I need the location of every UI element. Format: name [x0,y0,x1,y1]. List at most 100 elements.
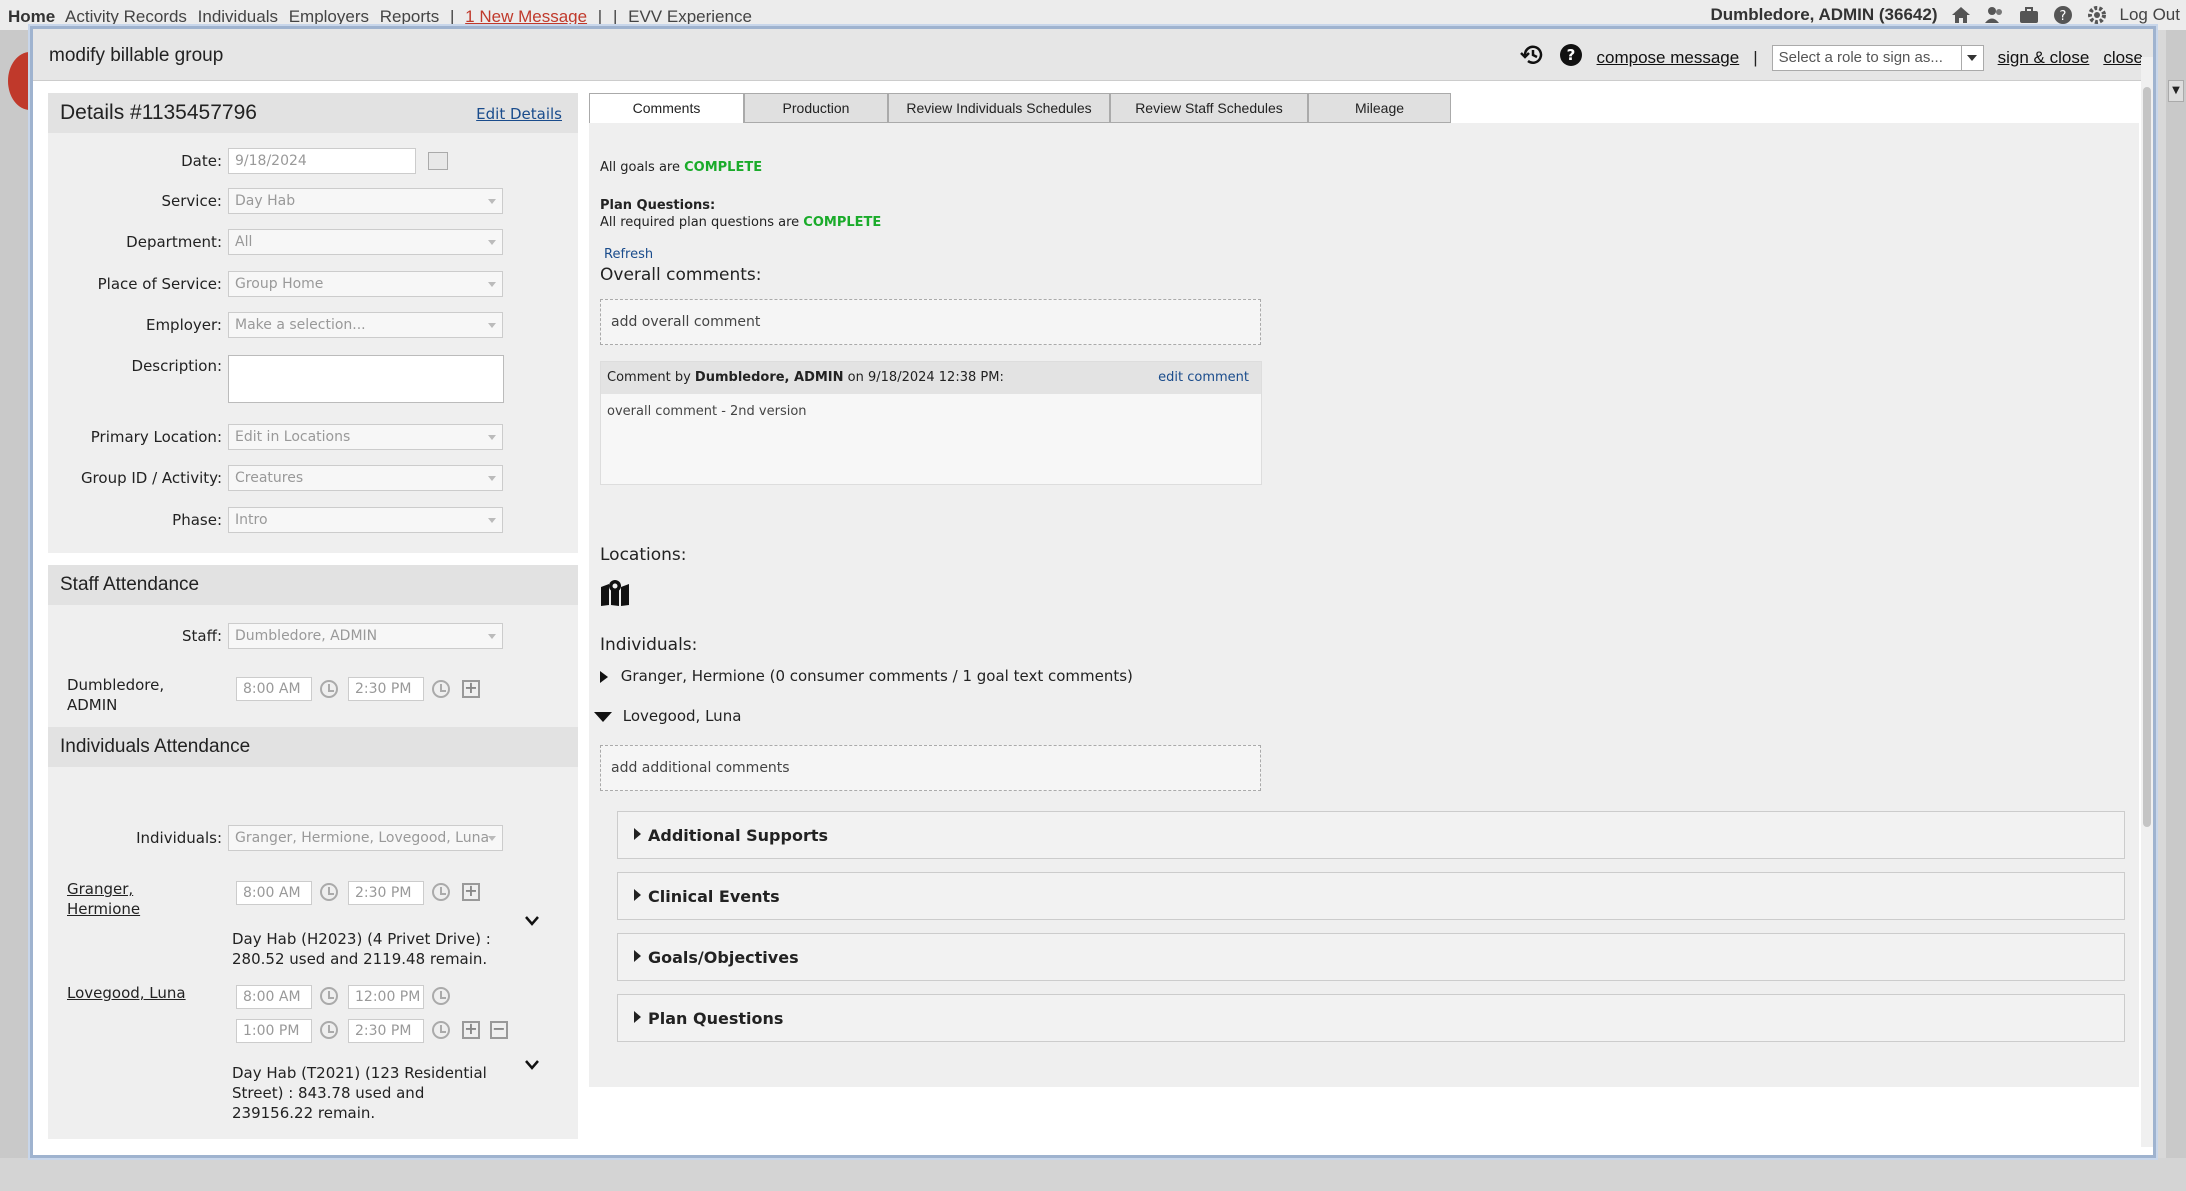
clock-icon[interactable] [432,680,450,698]
plan-status-prefix: All required plan questions are [600,215,800,230]
staff-start-time-input[interactable]: 8:00 AM [236,677,312,701]
nav-home[interactable]: Home [8,7,55,26]
background-bottom-bar [0,1158,2186,1191]
caret-down-icon[interactable] [594,711,612,722]
phase-select[interactable]: Intro [228,507,503,533]
description-textarea[interactable] [228,355,504,403]
left-panel: Details #1135457796 Edit Details Date: 9… [48,93,578,1139]
tab-bar: Comments Production Review Individuals S… [589,93,2139,123]
details-title: Details #1135457796 [60,101,257,124]
section-goals-objectives[interactable]: Goals/Objectives [617,933,2125,981]
staff-person-name: Dumbledore, ADMIN [67,676,165,714]
remove-time-icon[interactable]: − [490,1021,508,1039]
department-select[interactable]: All [228,229,503,255]
clock-icon[interactable] [320,1021,338,1039]
home-icon[interactable] [1950,5,1972,25]
individuals-attendance-header: Individuals Attendance [48,727,578,767]
section-title: Goals/Objectives [648,948,799,967]
section-plan-questions[interactable]: Plan Questions [617,994,2125,1042]
chevron-down-icon[interactable] [524,913,540,926]
nav-separator: | [450,7,455,26]
staff-attendance-title: Staff Attendance [60,574,200,595]
staff-end-time-input[interactable]: 2:30 PM [348,677,424,701]
edit-comment-link[interactable]: edit comment [1158,370,1249,385]
employer-select[interactable]: Make a selection... [228,312,503,338]
place-of-service-select[interactable]: Group Home [228,271,503,297]
clock-icon[interactable] [320,680,338,698]
individual-lovegood-toggle[interactable]: Lovegood, Luna [594,707,741,725]
staff-select[interactable]: Dumbledore, ADMIN [228,623,503,649]
history-icon[interactable] [1519,43,1545,72]
compose-message-link[interactable]: compose message [1597,48,1740,68]
background-right-strip [2166,30,2186,1191]
add-overall-comment-box[interactable]: add overall comment [600,299,1261,345]
add-time-icon[interactable]: + [462,1021,480,1039]
add-time-icon[interactable]: + [462,680,480,698]
sign-role-select[interactable]: Select a role to sign as... [1771,44,1984,71]
comment-body: overall comment - 2nd version [607,404,807,419]
tab-review-staff-schedules[interactable]: Review Staff Schedules [1110,93,1308,123]
lovegood-end-time-input[interactable]: 12:00 PM [348,985,424,1009]
comment-header: Comment by Dumbledore, ADMIN on 9/18/202… [601,362,1261,394]
individual-lovegood-link[interactable]: Lovegood, Luna [67,983,207,1003]
briefcase-icon[interactable] [2018,5,2040,25]
background-left-strip [0,30,28,1191]
close-link[interactable]: close [2103,48,2143,68]
calendar-icon[interactable] [428,152,448,170]
background-dropdown-icon: ▼ [2168,80,2184,102]
group-activity-select[interactable]: Creatures [228,465,503,491]
granger-start-time-input[interactable]: 8:00 AM [236,881,312,905]
people-icon[interactable] [1984,5,2006,25]
clock-icon[interactable] [432,883,450,901]
help-icon[interactable]: ? [2052,5,2074,25]
nav-reports[interactable]: Reports [380,7,440,26]
scrollbar-thumb[interactable] [2143,87,2151,827]
lovegood-budget-text: Day Hab (T2021) (123 Residential Street)… [232,1064,487,1122]
date-label: Date: [181,152,222,170]
individual-granger-toggle[interactable]: Granger, Hermione (0 consumer comments /… [600,667,1133,685]
date-input[interactable]: 9/18/2024 [228,148,416,174]
edit-details-link[interactable]: Edit Details [476,105,562,123]
section-clinical-events[interactable]: Clinical Events [617,872,2125,920]
top-nav-links: Home Activity Records Individuals Employ… [8,7,758,27]
logout-link[interactable]: Log Out [2120,5,2181,25]
granger-end-time-input[interactable]: 2:30 PM [348,881,424,905]
chevron-down-icon[interactable] [524,1057,540,1070]
tab-comments[interactable]: Comments [589,93,744,123]
section-title: Additional Supports [648,826,829,845]
clock-icon[interactable] [432,987,450,1005]
clock-icon[interactable] [432,1021,450,1039]
clock-icon[interactable] [320,987,338,1005]
nav-individuals[interactable]: Individuals [198,7,278,26]
nav-activity-records[interactable]: Activity Records [65,7,187,26]
caret-right-icon [634,828,641,840]
locations-title: Locations: [600,545,687,565]
tab-mileage[interactable]: Mileage [1308,93,1451,123]
nav-employers[interactable]: Employers [289,7,369,26]
clock-icon[interactable] [320,883,338,901]
lovegood-start-time-input[interactable]: 8:00 AM [236,985,312,1009]
help-icon[interactable]: ? [1559,43,1583,72]
section-additional-supports[interactable]: Additional Supports [617,811,2125,859]
chevron-down-icon[interactable] [1960,45,1983,70]
sign-and-close-link[interactable]: sign & close [1998,48,2090,68]
plan-status-line: All required plan questions are COMPLETE [600,215,881,230]
primary-location-select[interactable]: Edit in Locations [228,424,503,450]
lovegood-end2-time-input[interactable]: 2:30 PM [348,1019,424,1043]
add-time-icon[interactable]: + [462,883,480,901]
refresh-link[interactable]: Refresh [604,247,653,262]
lovegood-start2-time-input[interactable]: 1:00 PM [236,1019,312,1043]
tab-review-individuals-schedules[interactable]: Review Individuals Schedules [888,93,1110,123]
service-select[interactable]: Day Hab [228,188,503,214]
individuals-select[interactable]: Granger, Hermione, Lovegood, Luna [228,825,503,851]
phase-label: Phase: [172,511,222,529]
nav-evv-experience[interactable]: EVV Experience [628,7,752,26]
individual-granger-link[interactable]: Granger, Hermione [67,879,167,919]
tab-production[interactable]: Production [744,93,888,123]
map-location-icon[interactable] [600,579,630,611]
dialog-scrollbar[interactable] [2141,57,2153,1147]
nav-new-message[interactable]: 1 New Message [465,7,587,26]
gear-icon[interactable] [2086,5,2108,25]
caret-right-icon[interactable] [600,670,608,683]
add-additional-comments-box[interactable]: add additional comments [600,745,1261,791]
